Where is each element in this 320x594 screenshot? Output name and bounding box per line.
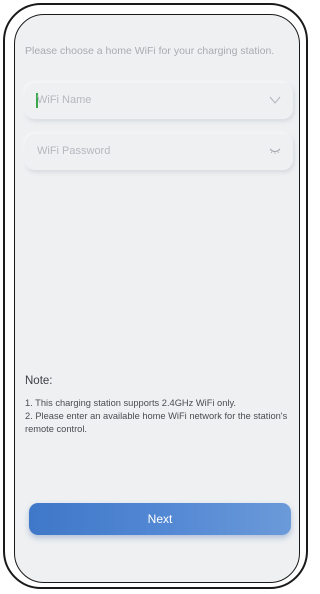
next-button[interactable]: Next	[29, 503, 291, 535]
note-line-2: 2. Please enter an available home WiFi n…	[25, 411, 288, 434]
chevron-down-icon[interactable]	[269, 95, 281, 105]
note-title: Note:	[25, 375, 53, 387]
wifi-password-placeholder: WiFi Password	[37, 145, 111, 157]
wifi-name-select[interactable]: WiFi Name	[25, 83, 293, 119]
eye-closed-icon[interactable]	[269, 147, 281, 155]
note-line-1: 1. This charging station supports 2.4GHz…	[25, 398, 236, 408]
wifi-password-input[interactable]: WiFi Password	[25, 134, 293, 170]
app-screen: Please choose a home WiFi for your charg…	[14, 14, 300, 583]
instruction-text: Please choose a home WiFi for your charg…	[25, 45, 275, 57]
wifi-name-placeholder: WiFi Name	[37, 94, 92, 106]
